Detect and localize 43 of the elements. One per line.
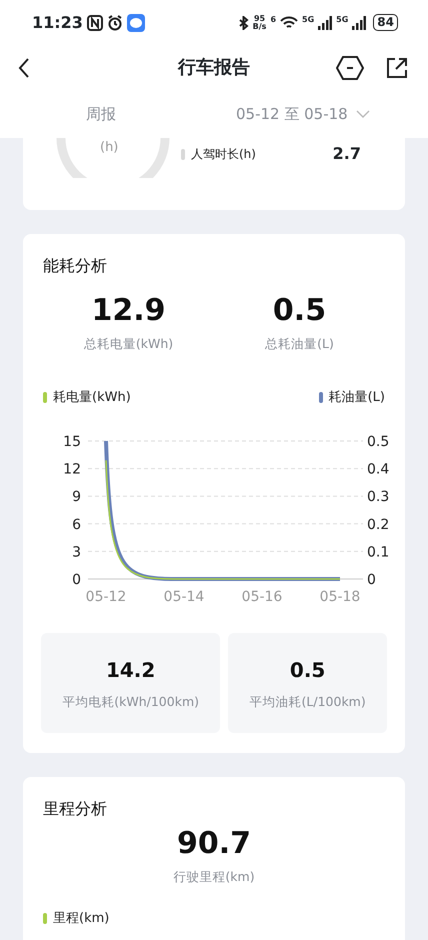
legend-label: 人驾时长(h) xyxy=(191,146,257,163)
x-axis-label: 05-14 xyxy=(164,589,204,606)
legend-label: 里程(km) xyxy=(53,910,110,928)
legend-label: 耗油量(L) xyxy=(328,388,385,407)
y-axis-label: 0 xyxy=(72,572,81,588)
network-type-label: 5G xyxy=(336,14,348,26)
average-label: 平均油耗(L/100km) xyxy=(250,692,366,711)
total-value: 90.7 xyxy=(176,827,252,860)
section-title: 能耗分析 xyxy=(43,255,108,277)
status-time: 11:23 xyxy=(32,12,83,34)
total-label: 总耗油量(L) xyxy=(265,335,334,353)
x-axis-label: 05-12 xyxy=(86,589,126,606)
y-axis-label: 6 xyxy=(72,517,81,534)
y-axis-label: 0.3 xyxy=(367,489,390,506)
average-value: 0.5 xyxy=(290,656,326,684)
x-axis-label: 05-16 xyxy=(242,589,282,606)
total-label: 行驶里程(km) xyxy=(173,868,255,886)
y-axis-label: 3 xyxy=(72,544,81,561)
y-axis-label: 0.2 xyxy=(367,517,390,534)
average-label: 平均电耗(kWh/100km) xyxy=(62,692,200,711)
chart-unit: (h) xyxy=(100,139,118,157)
date-range: 05-12 至 05-18 xyxy=(236,104,348,125)
wifi-label: 6 xyxy=(270,14,276,26)
legend-value: 2.7 xyxy=(332,143,361,165)
net-speed-unit: B/s xyxy=(252,22,266,30)
y-axis-label: 0.4 xyxy=(367,462,390,478)
x-axis-label: 05-18 xyxy=(320,589,360,606)
network-type-label: 5G xyxy=(302,14,314,26)
net-speed-value: 95 xyxy=(254,14,266,22)
page-title: 行车报告 xyxy=(178,56,250,78)
total-value: 12.9 xyxy=(91,294,166,327)
battery-level: 84 xyxy=(373,14,398,31)
section-title: 里程分析 xyxy=(43,798,108,820)
y-axis-label: 0.5 xyxy=(367,434,390,450)
y-axis-label: 12 xyxy=(63,462,81,478)
total-label: 总耗电量(kWh) xyxy=(84,335,174,353)
legend-label: 耗电量(kWh) xyxy=(53,388,131,407)
y-axis-label: 0 xyxy=(367,572,376,588)
total-value: 0.5 xyxy=(272,294,326,327)
y-axis-label: 15 xyxy=(63,434,81,450)
y-axis-label: 9 xyxy=(72,489,81,506)
average-value: 14.2 xyxy=(106,656,156,684)
y-axis-label: 0.1 xyxy=(367,544,390,561)
